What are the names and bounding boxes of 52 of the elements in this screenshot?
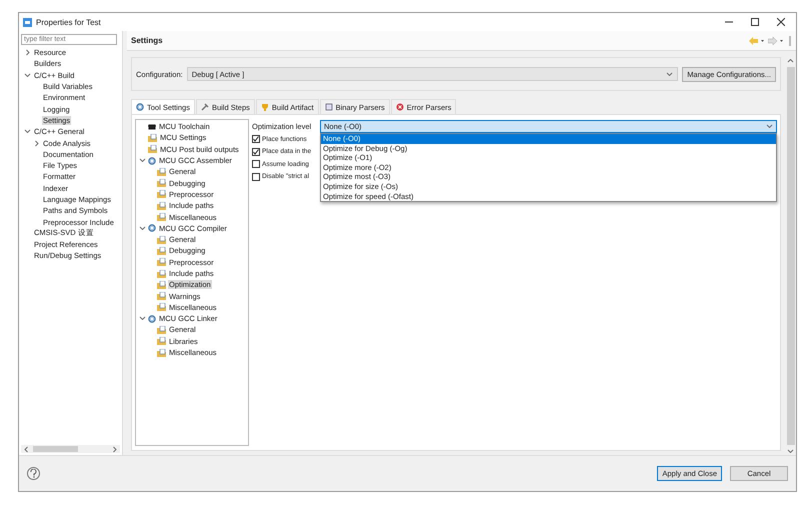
folder-icon [157,292,166,300]
checkbox[interactable] [252,172,260,181]
folder-icon [148,145,157,154]
gear-icon [136,103,144,111]
folder-icon [157,337,166,346]
folder-icon [157,258,166,266]
checkbox[interactable] [252,135,260,144]
chevron-left-icon[interactable] [23,446,30,452]
page-title: Settings [131,36,164,45]
checkbox[interactable] [252,148,260,156]
folder-icon [157,190,166,198]
folder-icon [157,326,166,334]
folder-icon [157,213,166,222]
folder-icon [148,134,157,142]
chip-icon [148,122,156,131]
error-icon [396,103,404,111]
folder-icon [157,348,166,357]
folder-icon [157,246,166,255]
chevron-down-icon[interactable] [139,224,146,232]
chevron-right-icon[interactable] [24,49,31,56]
folder-icon [157,179,166,188]
document-icon [324,103,333,111]
checkbox[interactable] [252,160,260,168]
gear-icon [148,314,156,323]
chevron-right-icon[interactable] [33,140,40,147]
chevron-down-icon [666,70,674,78]
chevron-down-icon[interactable] [139,157,146,164]
chevron-right-icon[interactable] [111,446,118,452]
window-title: Properties for Test [36,18,102,26]
chevron-down-icon[interactable] [787,448,794,455]
chevron-down-icon [766,122,773,130]
horizontal-scrollbar[interactable] [21,445,120,453]
folder-icon [157,280,166,289]
trophy-icon [260,103,269,111]
folder-icon [157,270,166,278]
folder-icon [157,202,166,210]
chevron-up-icon[interactable] [787,57,794,64]
chevron-down-icon[interactable] [24,72,31,79]
help-icon[interactable] [27,467,40,480]
folder-icon [157,303,166,312]
folder-icon [157,168,166,176]
maximize-icon[interactable] [751,18,759,26]
chevron-down-icon[interactable] [139,315,146,322]
app-icon [23,18,32,26]
gear-icon [148,224,156,232]
forward-arrow-icon[interactable] [768,36,784,44]
gear-icon [148,156,156,165]
folder-icon [157,236,166,244]
hammer-icon [200,103,209,111]
chevron-down-icon[interactable] [24,128,31,136]
close-icon[interactable] [777,18,785,26]
back-arrow-icon[interactable] [749,36,765,44]
